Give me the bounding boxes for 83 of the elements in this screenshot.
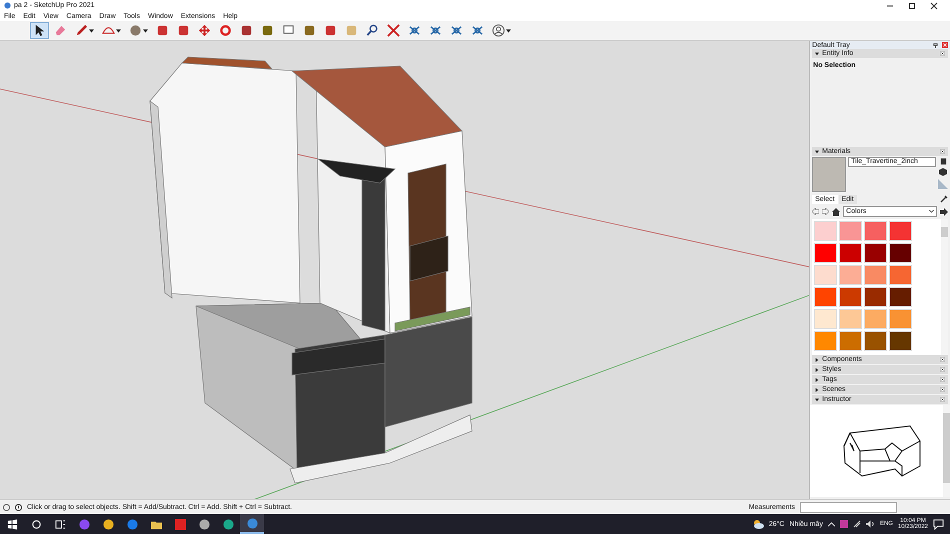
select-icon [33, 24, 46, 37]
expanded-triangle-icon [815, 52, 820, 56]
model-viewport[interactable] [0, 41, 810, 501]
color-swatch[interactable] [814, 265, 838, 285]
geolocation-icon[interactable] [3, 504, 10, 510]
info-icon[interactable] [15, 504, 22, 510]
caret-icon [116, 28, 121, 32]
scrollbar[interactable] [943, 405, 950, 497]
color-swatch[interactable] [814, 309, 838, 329]
close-icon[interactable] [930, 2, 938, 10]
color-swatch[interactable] [889, 243, 912, 263]
color-swatch[interactable] [814, 221, 838, 241]
panel-close-icon[interactable] [940, 357, 945, 362]
color-swatch[interactable] [864, 243, 888, 263]
color-swatch[interactable] [839, 331, 862, 351]
text-icon [282, 24, 295, 37]
cloud-icon [752, 519, 764, 529]
panel-close-icon[interactable] [940, 367, 945, 372]
color-swatch[interactable] [864, 221, 888, 241]
caret-icon [506, 28, 511, 32]
pencil-icon [75, 24, 88, 37]
start-icon [6, 518, 18, 530]
collapsed-triangle-icon [815, 368, 820, 372]
panel-close-icon[interactable] [940, 377, 945, 382]
panel-close-icon[interactable] [940, 397, 945, 402]
color-swatch[interactable] [839, 287, 862, 307]
color-swatch[interactable] [814, 287, 838, 307]
eyedropper-icon[interactable] [940, 195, 948, 203]
panel-close-icon[interactable] [940, 51, 945, 56]
speaker-icon[interactable] [866, 520, 875, 528]
scrollbar[interactable] [941, 219, 948, 355]
color-swatch[interactable] [864, 287, 888, 307]
color-swatch[interactable] [864, 309, 888, 329]
bucket-icon[interactable] [940, 157, 946, 165]
color-swatch[interactable] [839, 309, 862, 329]
rotate-icon [219, 24, 232, 37]
collapsed-triangle-icon [815, 388, 820, 392]
collapsed-triangle-icon [815, 358, 820, 362]
extents-icon [387, 24, 400, 37]
maximize-icon[interactable] [908, 2, 916, 10]
move-icon [198, 24, 211, 37]
chevron-up-icon[interactable] [828, 522, 835, 526]
circle-icon [129, 24, 142, 37]
details-arrow-icon[interactable] [940, 208, 948, 216]
eraser-icon [54, 24, 67, 37]
color-swatch[interactable] [839, 243, 862, 263]
color-swatch[interactable] [889, 221, 912, 241]
color-swatch[interactable] [864, 265, 888, 285]
taskview-icon [54, 518, 66, 530]
measurements-field[interactable] [800, 502, 897, 512]
network-icon[interactable] [852, 520, 861, 528]
cube-icon[interactable] [939, 168, 947, 176]
arc-icon [102, 24, 115, 37]
color-swatch[interactable] [889, 265, 912, 285]
color-swatch[interactable] [814, 243, 838, 263]
triangle-icon [938, 179, 948, 189]
color-swatch[interactable] [889, 331, 912, 351]
color-swatch[interactable] [889, 287, 912, 307]
expanded-triangle-icon [815, 398, 820, 402]
color-swatch[interactable] [839, 221, 862, 241]
panel-close-icon[interactable] [940, 387, 945, 392]
collapsed-triangle-icon [815, 378, 820, 382]
forward-arrow-icon[interactable] [822, 208, 830, 215]
chevron-icon [929, 210, 934, 213]
color-swatch[interactable] [839, 265, 862, 285]
autocad-icon [174, 518, 186, 530]
caret-icon [143, 28, 148, 32]
sketchup-taskbar-button[interactable] [240, 514, 264, 534]
select-tool-button[interactable] [30, 22, 49, 39]
color-swatch[interactable] [814, 331, 838, 351]
caret-icon [89, 28, 94, 32]
expanded-triangle-icon [815, 150, 820, 154]
back-arrow-icon[interactable] [812, 208, 820, 215]
home-icon[interactable] [832, 208, 840, 216]
profile-icon [492, 24, 505, 37]
panel-close-icon[interactable] [940, 149, 945, 154]
material-preview [812, 157, 846, 192]
pin-icon[interactable] [933, 42, 938, 48]
color-swatch[interactable] [889, 309, 912, 329]
notification-icon[interactable] [933, 518, 944, 530]
search-icon [30, 518, 42, 530]
zoom-icon [366, 24, 379, 37]
color-swatch[interactable] [864, 331, 888, 351]
